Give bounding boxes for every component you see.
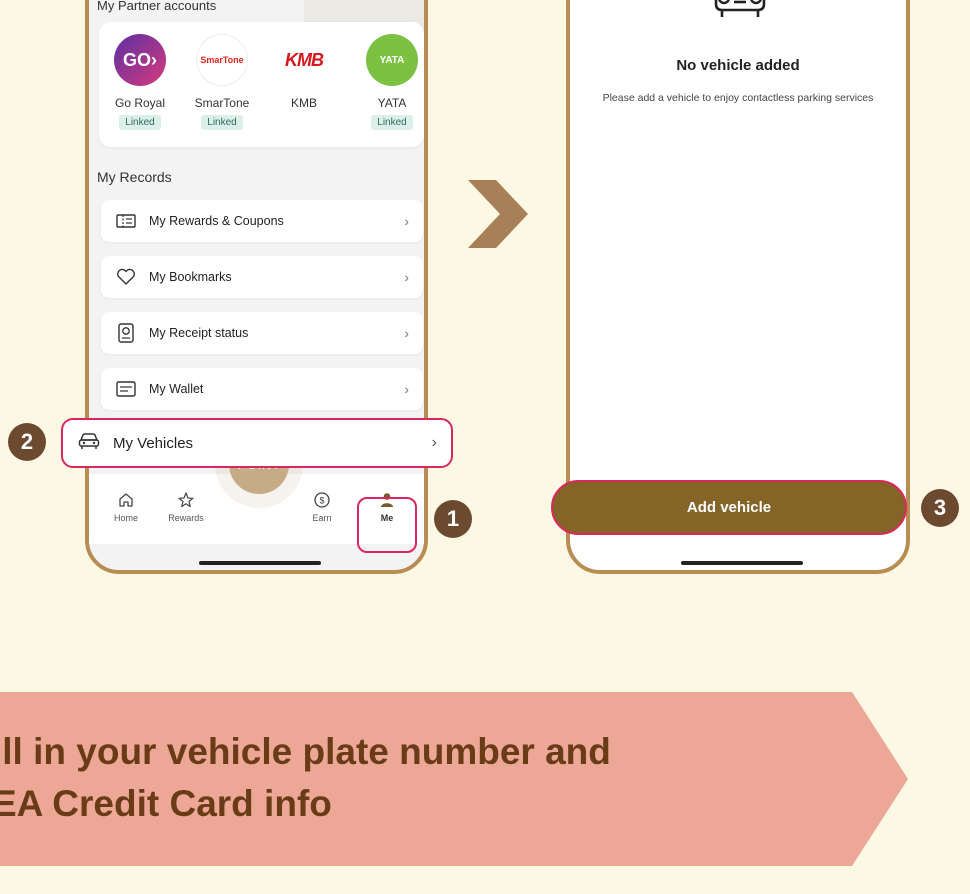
dollar-coin-icon: $ — [297, 490, 347, 510]
tab-home[interactable]: Home — [101, 490, 151, 523]
chevron-right-icon: › — [404, 381, 409, 397]
home-indicator — [199, 561, 321, 565]
partner-yata[interactable]: YATA YATA Linked — [357, 34, 424, 130]
svg-text:$: $ — [319, 496, 324, 506]
step-1-marker: 1 — [434, 500, 472, 538]
chevron-right-icon: › — [431, 434, 437, 451]
go-royal-logo: GO› — [114, 34, 166, 86]
home-icon — [101, 490, 151, 510]
step-2-marker: 2 — [8, 423, 46, 461]
chevron-right-icon: › — [404, 269, 409, 285]
menu-item-my-vehicles[interactable]: My Vehicles › — [61, 418, 453, 468]
empty-state-title: No vehicle added — [676, 57, 800, 74]
partner-name: Go Royal — [114, 96, 166, 110]
star-icon — [161, 490, 211, 510]
add-vehicle-button[interactable]: Add vehicle — [551, 480, 907, 535]
heart-icon — [115, 266, 137, 288]
instruction-banner-text: ill in your vehicle plate number and EA … — [0, 726, 852, 830]
partner-section-title: My Partner accounts — [97, 0, 217, 13]
partner-name: YATA — [377, 96, 407, 110]
menu-item-receipt-status[interactable]: My Receipt status › — [101, 312, 423, 354]
tab-label: Home — [113, 513, 138, 523]
tab-earn[interactable]: $ Earn — [297, 490, 347, 523]
linked-badge: Linked — [119, 115, 161, 130]
yata-logo: YATA — [366, 34, 418, 86]
receipt-icon — [115, 322, 137, 344]
empty-state-subtitle: Please add a vehicle to enjoy contactles… — [602, 92, 874, 104]
home-indicator — [681, 561, 803, 565]
chevron-right-arrow-icon — [468, 180, 528, 248]
car-placeholder-icon — [714, 0, 766, 17]
kmb-logo: KMB — [278, 34, 330, 86]
menu-item-label: My Vehicles — [113, 434, 194, 452]
banner-line-1: ill in your vehicle plate number and — [0, 731, 611, 772]
left-phone-screen: My Partner accounts GO› Go Royal Linked … — [85, 0, 428, 574]
menu-item-label: My Rewards & Coupons — [149, 214, 284, 228]
menu-item-label: My Receipt status — [149, 326, 249, 340]
partner-name: KMB — [290, 96, 317, 110]
menu-item-wallet[interactable]: My Wallet › — [101, 368, 423, 410]
coupon-icon — [115, 210, 137, 232]
tab-rewards[interactable]: Rewards — [161, 490, 211, 523]
chevron-right-icon: › — [404, 325, 409, 341]
wallet-icon — [115, 378, 137, 400]
menu-item-label: My Wallet — [149, 382, 204, 396]
me-tab-highlight — [357, 497, 417, 553]
partner-accounts-card: GO› Go Royal Linked SmarTone SmarTone Li… — [99, 22, 424, 147]
tab-label: Rewards — [168, 513, 204, 523]
smartone-logo: SmarTone — [196, 34, 248, 86]
menu-item-label: My Bookmarks — [149, 270, 232, 284]
partner-name: SmarTone — [194, 96, 250, 110]
records-section-title: My Records — [97, 169, 172, 185]
partner-go-royal[interactable]: GO› Go Royal Linked — [105, 34, 175, 130]
menu-item-rewards-coupons[interactable]: My Rewards & Coupons › — [101, 200, 423, 242]
step-3-marker: 3 — [921, 489, 959, 527]
banner-line-2: EA Credit Card info — [0, 783, 332, 824]
partner-smartone[interactable]: SmarTone SmarTone Linked — [187, 34, 257, 130]
linked-badge: Linked — [371, 115, 413, 130]
menu-item-bookmarks[interactable]: My Bookmarks › — [101, 256, 423, 298]
chevron-right-icon: › — [404, 213, 409, 229]
partner-kmb[interactable]: KMB KMB — [269, 34, 339, 110]
linked-badge: Linked — [201, 115, 243, 130]
tab-label: Earn — [312, 513, 332, 523]
car-icon — [77, 431, 101, 456]
